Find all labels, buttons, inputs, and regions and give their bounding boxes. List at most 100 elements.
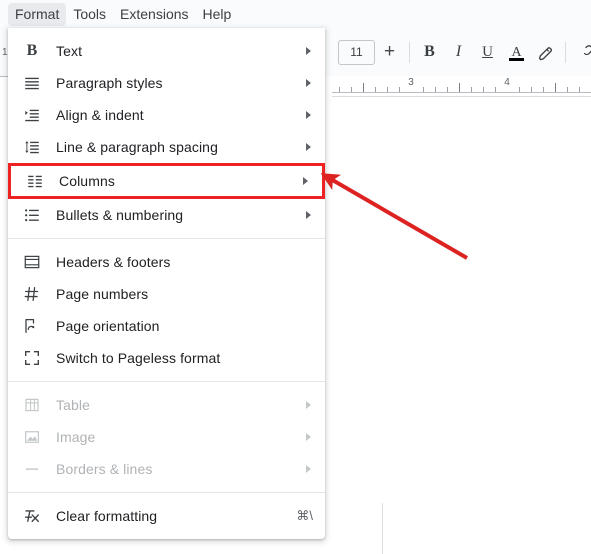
menu-item-borders-lines: Borders & lines	[8, 453, 325, 485]
submenu-arrow-icon	[306, 111, 311, 119]
page-numbers-icon	[24, 286, 39, 302]
font-size-input[interactable]: 11	[338, 39, 375, 65]
menubar-item-format[interactable]: Format	[8, 2, 67, 26]
link-icon	[583, 45, 591, 56]
menu-item-clear-formatting[interactable]: Clear formatting ⌘\	[8, 500, 325, 532]
submenu-arrow-icon	[306, 401, 311, 409]
highlighter-pen-icon	[538, 46, 552, 60]
menu-item-switch-to-pageless-format[interactable]: Switch to Pageless format	[8, 342, 325, 374]
headers-footers-icon	[24, 255, 40, 269]
ruler-tick	[531, 87, 532, 92]
menu-item-bullets-numbering[interactable]: Bullets & numbering	[8, 199, 325, 231]
paragraph-styles-icon	[22, 73, 42, 93]
submenu-arrow-icon	[306, 465, 311, 473]
menu-item-label: Bullets & numbering	[56, 207, 184, 223]
ruler-tick	[363, 83, 364, 92]
ruler-tick	[543, 87, 544, 92]
highlight-color-button[interactable]	[531, 38, 560, 67]
menu-item-label: Text	[56, 43, 83, 59]
borders-lines-icon	[26, 468, 38, 470]
bullets-numbering-icon	[22, 205, 42, 225]
horizontal-ruler[interactable]: 34	[332, 76, 591, 97]
image-icon	[25, 431, 39, 443]
pageless-format-icon	[22, 348, 42, 368]
menu-item-page-numbers[interactable]: Page numbers	[8, 278, 325, 310]
ruler-tick	[375, 87, 376, 92]
menu-item-shortcut: ⌘\	[296, 508, 313, 523]
ruler-number: 4	[504, 77, 510, 88]
page-orientation-icon	[25, 318, 35, 334]
menu-item-page-orientation[interactable]: Page orientation	[8, 310, 325, 342]
menu-item-label: Align & indent	[56, 107, 144, 123]
google-docs-window: Format Tools Extensions Help 11 + B I U A 1	[0, 0, 591, 554]
menu-item-columns[interactable]: Columns	[11, 166, 322, 196]
menu-item-label: Borders & lines	[56, 461, 153, 477]
bullets-numbering-icon	[25, 209, 39, 222]
format-dropdown-menu: B Text Paragraph styles Align & indent Line …	[8, 28, 325, 539]
submenu-arrow-icon	[306, 433, 311, 441]
page-numbers-icon	[22, 284, 42, 304]
submenu-arrow-icon	[306, 79, 311, 87]
ruler-tick	[387, 87, 388, 92]
submenu-arrow-icon	[306, 143, 311, 151]
ruler-baseline	[332, 92, 591, 93]
italic-button[interactable]: I	[444, 38, 473, 67]
paragraph-styles-icon	[25, 77, 39, 90]
submenu-arrow-icon	[306, 47, 311, 55]
ruler-tick	[351, 87, 352, 92]
link-button-partial[interactable]	[571, 38, 591, 67]
ruler-tick	[519, 87, 520, 92]
ruler-tick	[423, 87, 424, 92]
bold-button[interactable]: B	[415, 38, 444, 67]
text-color-button[interactable]: A	[502, 38, 531, 67]
increase-font-size-button[interactable]: +	[375, 38, 404, 67]
columns-icon	[25, 171, 45, 191]
menu-bar: Format Tools Extensions Help	[0, 0, 591, 28]
menu-item-label: Image	[56, 429, 96, 445]
menu-item-label: Switch to Pageless format	[56, 350, 221, 366]
page-orientation-icon	[22, 316, 42, 336]
menu-item-label: Headers & footers	[56, 254, 171, 270]
menu-separator	[8, 381, 325, 382]
formatting-toolbar: 11 + B I U A	[332, 34, 591, 70]
image-icon	[22, 427, 42, 447]
ruler-number: 3	[408, 77, 414, 88]
menu-item-label: Paragraph styles	[56, 75, 163, 91]
menubar-item-extensions[interactable]: Extensions	[113, 3, 195, 26]
highlight-box: Columns	[8, 163, 325, 199]
table-icon	[25, 398, 39, 412]
menu-item-label: Table	[56, 397, 90, 413]
menu-item-align-indent[interactable]: Align & indent	[8, 99, 325, 131]
menu-separator	[8, 492, 325, 493]
toolbar-divider	[409, 41, 410, 63]
ruler-tick	[579, 87, 580, 92]
ruler-tick	[555, 83, 556, 92]
menu-item-line-paragraph-spacing[interactable]: Line & paragraph spacing	[8, 131, 325, 163]
underline-button[interactable]: U	[473, 38, 502, 67]
menu-item-image: Image	[8, 421, 325, 453]
headers-footers-icon	[22, 252, 42, 272]
document-canvas[interactable]	[332, 97, 591, 554]
ruler-tick	[399, 87, 400, 92]
submenu-arrow-icon	[306, 211, 311, 219]
ruler-tick	[459, 83, 460, 92]
menu-item-text[interactable]: B Text	[8, 35, 325, 67]
ruler-tick	[471, 87, 472, 92]
menubar-item-help[interactable]: Help	[196, 3, 239, 26]
bold-text-icon: B	[26, 42, 38, 59]
line-spacing-icon	[25, 141, 39, 154]
bold-text-icon: B	[22, 41, 42, 61]
menu-item-label: Page numbers	[56, 286, 149, 302]
page-left-edge	[382, 503, 383, 554]
menubar-item-tools[interactable]: Tools	[66, 3, 113, 26]
align-indent-icon	[25, 109, 39, 122]
menu-item-label: Line & paragraph spacing	[56, 139, 218, 155]
table-icon	[22, 395, 42, 415]
ruler-tick	[567, 87, 568, 92]
clear-formatting-icon	[24, 510, 39, 523]
menu-item-label: Columns	[59, 173, 115, 189]
text-color-swatch	[509, 57, 524, 61]
line-spacing-icon	[22, 137, 42, 157]
menu-item-headers-footers[interactable]: Headers & footers	[8, 246, 325, 278]
menu-item-paragraph-styles[interactable]: Paragraph styles	[8, 67, 325, 99]
